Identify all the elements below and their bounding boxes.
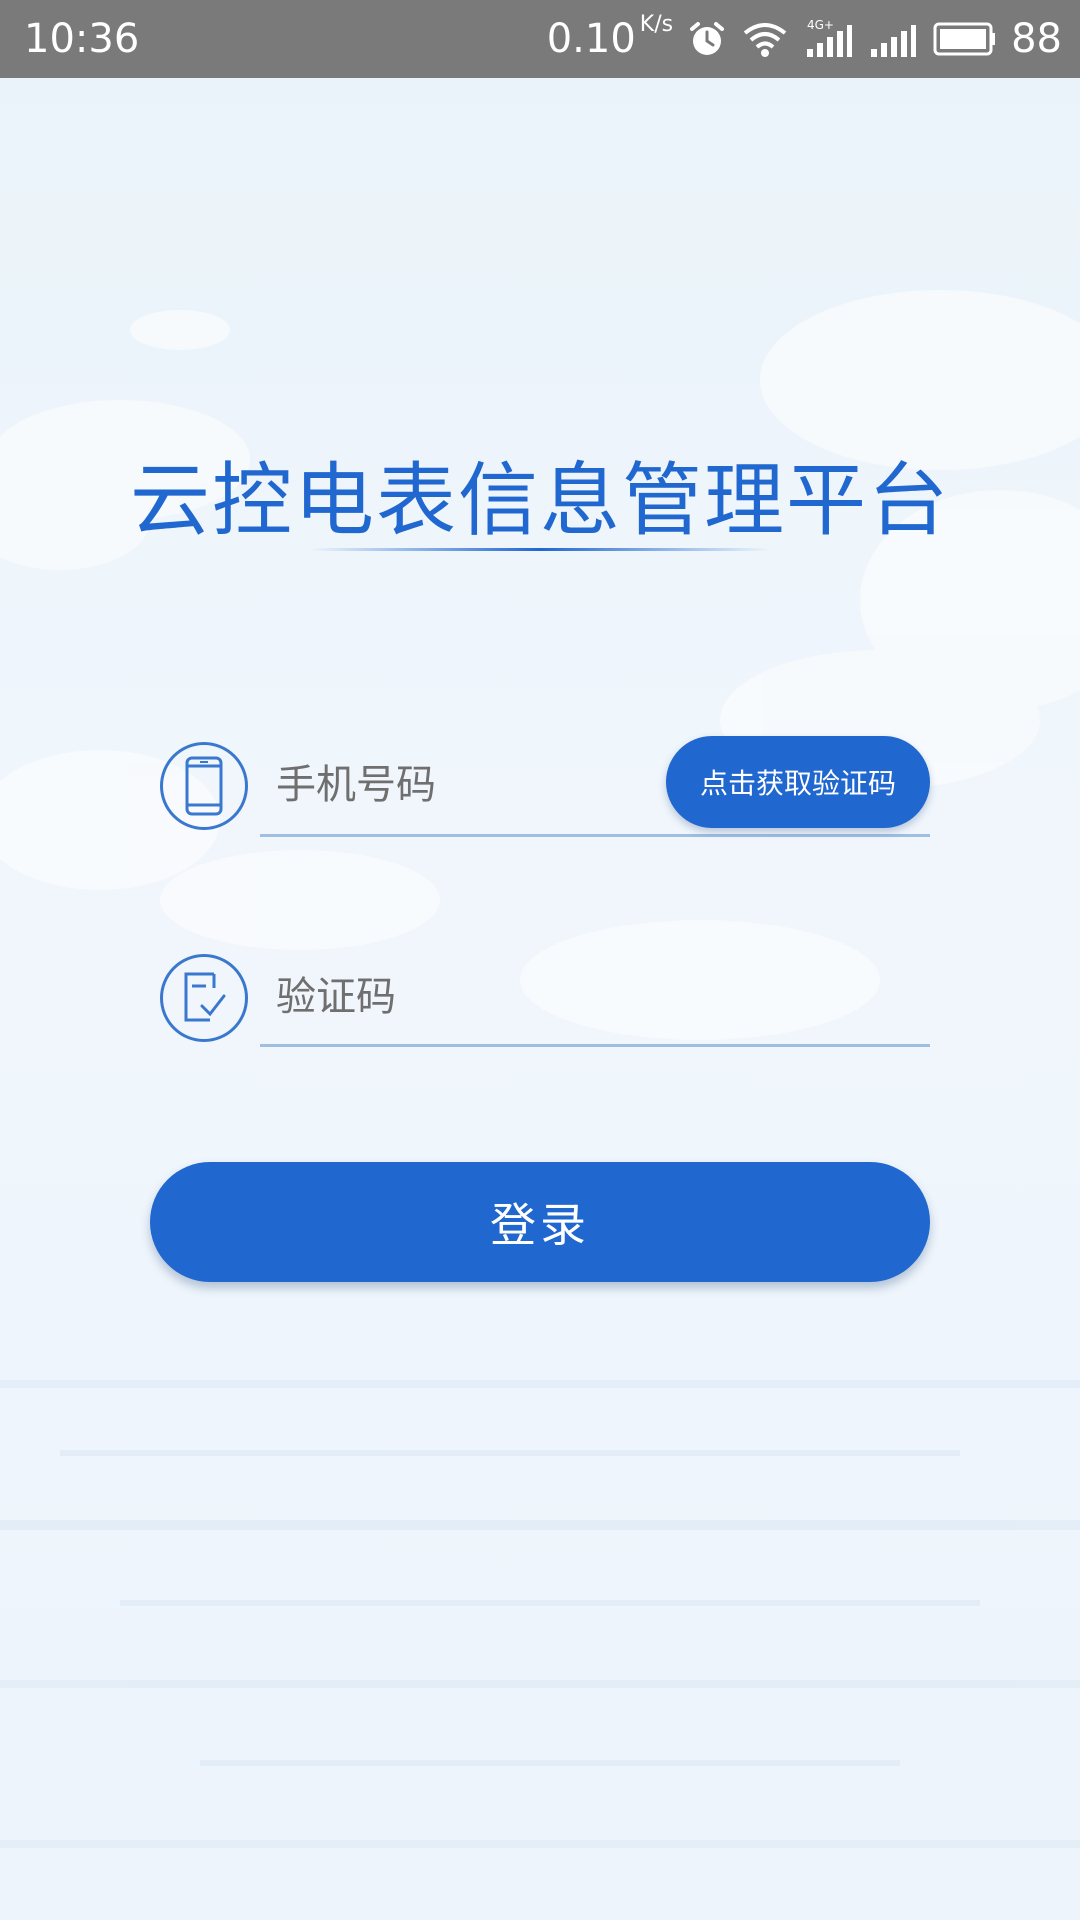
login-label: 登录 [490, 1198, 590, 1252]
app-title: 云控电表信息管理平台 [130, 454, 950, 547]
wifi-icon [741, 19, 789, 59]
network-speed-unit: K/s [639, 12, 674, 37]
battery-icon [931, 21, 997, 57]
code-underline [260, 1044, 930, 1047]
get-verification-code-button[interactable]: 点击获取验证码 [666, 736, 930, 828]
signal-icon [867, 17, 917, 61]
status-bar: 10:36 0.10 K/s 4G+ 88 [0, 0, 1080, 78]
get-code-label: 点击获取验证码 [699, 767, 896, 800]
signal-4g-icon: 4G+ [803, 17, 853, 61]
alarm-icon [687, 19, 727, 59]
network-speed-value: 0.10 [546, 16, 636, 62]
verification-code-input[interactable] [276, 962, 916, 1032]
battery-level: 88 [1011, 16, 1062, 62]
title-underline [310, 548, 770, 551]
phone-underline [260, 834, 930, 837]
phone-input[interactable] [276, 750, 656, 820]
login-button[interactable]: 登录 [150, 1162, 930, 1282]
network-speed: 0.10 K/s [546, 12, 673, 62]
status-indicators: 0.10 K/s 4G+ 88 [547, 0, 1062, 78]
status-time: 10:36 [24, 16, 140, 62]
background-clouds [0, 290, 1080, 1848]
phone-icon [160, 742, 248, 830]
svg-text:4G+: 4G+ [807, 18, 834, 32]
verify-code-icon [160, 954, 248, 1042]
